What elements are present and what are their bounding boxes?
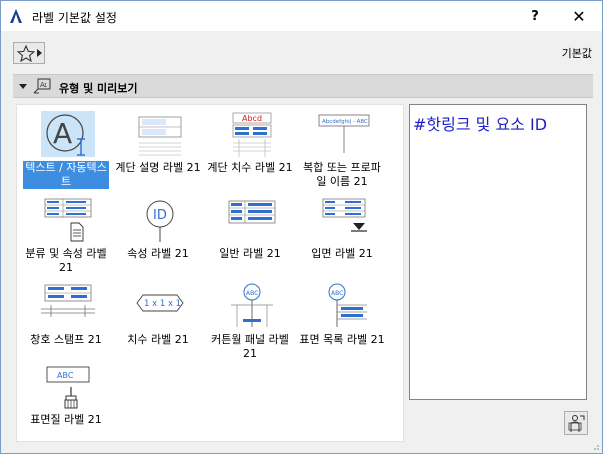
library-item-surface-list[interactable]: ABC 표면 목록 라벨 21 xyxy=(297,281,387,367)
library-item-label: 표면질 라벨 21 xyxy=(30,413,102,426)
star-icon xyxy=(17,44,35,62)
thumb-abcd-text: Abcd xyxy=(242,114,262,123)
favorites-button[interactable] xyxy=(13,42,45,64)
library-item-property[interactable]: ID 속성 라벨 21 xyxy=(113,195,203,281)
caret-right-icon xyxy=(37,49,42,57)
library-item-text-autotext[interactable]: A 텍스트 / 자동텍스트 xyxy=(21,109,111,195)
library-item-label: 입면 라벨 21 xyxy=(311,247,373,260)
collapse-triangle-icon[interactable] xyxy=(19,84,27,89)
library-item-label: 분류 및 속성 라벨 21 xyxy=(25,247,107,274)
resize-grip-icon[interactable] xyxy=(590,441,600,451)
library-item-label: 계단 설명 라벨 21 xyxy=(115,161,201,174)
preview-person-icon xyxy=(568,415,585,432)
dimension-label-icon: 1 x 1 x 1 xyxy=(136,294,184,312)
thumb-abc-text: ABC xyxy=(57,371,74,380)
library-item-elevation[interactable]: 입면 라벨 21 xyxy=(297,195,387,281)
library-item-label: 치수 라벨 21 xyxy=(127,333,189,346)
library-item-label: 복합 또는 프로파일 이름 21 xyxy=(303,161,381,188)
library-item-composite-profile[interactable]: Abcdefghij - ABC 복합 또는 프로파일 이름 21 xyxy=(297,109,387,195)
stair-description-label-icon xyxy=(138,116,182,156)
property-label-icon: ID xyxy=(146,200,174,242)
thumb-id-text: ID xyxy=(153,208,167,223)
library-item-stair-description[interactable]: 계단 설명 라벨 21 xyxy=(113,109,203,195)
library-item-dimension[interactable]: 1 x 1 x 1 치수 라벨 21 xyxy=(113,281,203,367)
library-item-surface[interactable]: ABC 표면질 라벨 21 xyxy=(21,361,111,447)
library-item-label: 속성 라벨 21 xyxy=(127,247,189,260)
library-item-label: 텍스트 / 자동텍스트 xyxy=(23,161,109,189)
library-item-window-door-stamp[interactable]: 창호 스탬프 21 xyxy=(21,281,111,367)
curtain-wall-panel-label-icon: ABC xyxy=(231,283,273,327)
general-label-icon xyxy=(228,200,276,224)
preview-settings-button[interactable] xyxy=(564,411,588,435)
default-label: 기본값 xyxy=(561,47,592,60)
label-type-library: A 텍스트 / 자동텍스트 계단 설명 라벨 21 Abcd 계단 치수 라벨 … xyxy=(16,104,404,442)
dialog-window: 라벨 기본값 설정 ? ✕ 기본값 A 1 유형 및 미리보기 A 텍스트 / … xyxy=(0,0,603,454)
svg-text:1: 1 xyxy=(44,83,47,89)
thumb-abc-text: ABC xyxy=(246,290,258,297)
library-item-label: 표면 목록 라벨 21 xyxy=(299,333,385,346)
surface-list-label-icon: ABC xyxy=(328,283,367,327)
library-item-label: 커튼월 패널 라벨 21 xyxy=(211,333,289,360)
elevation-label-icon xyxy=(322,198,367,232)
svg-text:A: A xyxy=(53,117,72,150)
label-preview-panel: #핫링크 및 요소 ID xyxy=(409,104,587,400)
app-logo-icon xyxy=(10,9,22,23)
library-item-general[interactable]: 일반 라벨 21 xyxy=(205,195,295,281)
classification-property-label-icon xyxy=(44,198,92,242)
library-item-label: 계단 치수 라벨 21 xyxy=(207,161,293,174)
label-type-icon: A 1 xyxy=(33,78,51,94)
text-autotext-icon: A xyxy=(41,111,95,157)
preview-text: #핫링크 및 요소 ID xyxy=(413,115,548,134)
section-title: 유형 및 미리보기 xyxy=(59,82,138,95)
stair-dimension-label-icon: Abcd xyxy=(232,112,272,157)
close-button[interactable]: ✕ xyxy=(558,1,600,31)
thumb-dim-text: 1 x 1 x 1 xyxy=(144,299,181,309)
library-item-classification-property[interactable]: 분류 및 속성 라벨 21 xyxy=(21,195,111,281)
thumb-profile-text: Abcdefghij - ABC xyxy=(322,119,368,125)
library-item-label: 창호 스탬프 21 xyxy=(30,333,102,346)
library-item-stair-dimension[interactable]: Abcd 계단 치수 라벨 21 xyxy=(205,109,295,195)
window-title: 라벨 기본값 설정 xyxy=(32,11,117,25)
composite-profile-name-icon: Abcdefghij - ABC xyxy=(318,114,370,153)
help-button[interactable]: ? xyxy=(514,1,556,31)
surface-label-icon: ABC xyxy=(46,366,90,409)
window-door-stamp-icon xyxy=(41,284,95,317)
library-item-curtain-wall-panel[interactable]: ABC 커튼월 패널 라벨 21 xyxy=(205,281,295,367)
thumb-abc-text: ABC xyxy=(331,290,343,297)
library-item-label: 일반 라벨 21 xyxy=(219,247,281,260)
title-bar: 라벨 기본값 설정 ? ✕ xyxy=(1,1,602,31)
type-preview-section-header[interactable]: A 1 유형 및 미리보기 xyxy=(13,74,593,98)
